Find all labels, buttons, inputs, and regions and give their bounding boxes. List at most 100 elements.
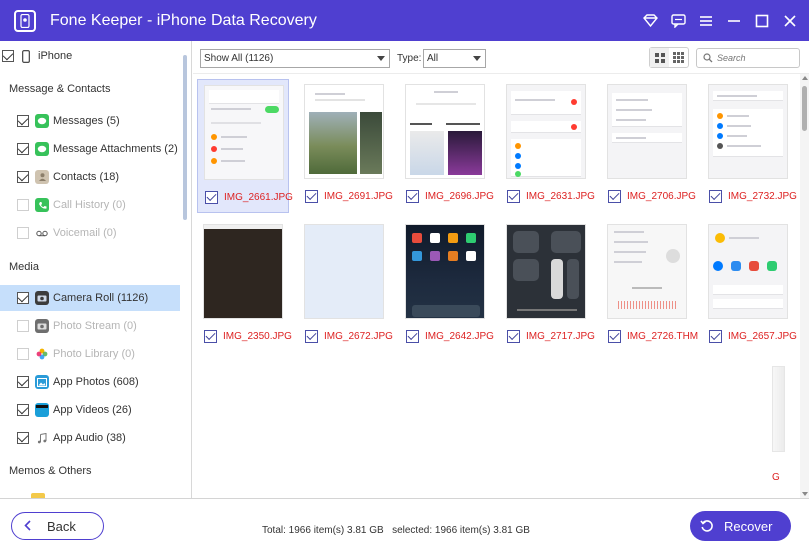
view-toggle xyxy=(649,47,689,68)
scroll-down-icon[interactable] xyxy=(802,492,808,496)
small-grid-view-button[interactable] xyxy=(669,48,688,67)
file-thumbnail xyxy=(607,224,687,319)
file-checkbox[interactable] xyxy=(709,330,722,343)
file-tile[interactable]: IMG_2706.JPG xyxy=(601,79,696,213)
photo-library-checkbox[interactable] xyxy=(17,348,29,360)
close-icon[interactable] xyxy=(781,12,799,30)
voicemail-icon xyxy=(35,226,49,240)
sidebar-item-contacts[interactable]: Contacts (18) xyxy=(0,164,180,190)
file-name: IMG_2672.JPG xyxy=(324,331,393,342)
file-tile[interactable]: IMG_2691.JPG xyxy=(298,79,393,213)
content-scrollbar[interactable] xyxy=(800,74,809,498)
sidebar-item-count: (2) xyxy=(164,143,178,155)
file-thumbnail xyxy=(204,85,284,180)
sidebar-item-label: App Photos xyxy=(53,376,110,388)
content-scroll-thumb[interactable] xyxy=(802,86,807,131)
file-name: IMG_2642.JPG xyxy=(425,331,494,342)
device-checkbox[interactable] xyxy=(2,50,14,62)
recover-button-label: Recover xyxy=(724,518,773,534)
photo-stream-checkbox[interactable] xyxy=(17,320,29,332)
toolbar: Show All (1126) Type: All xyxy=(193,41,809,74)
iphone-icon xyxy=(22,49,30,63)
sidebar-item-camera-roll[interactable]: Camera Roll (1126) xyxy=(0,285,180,311)
sidebar-item-message-attachments[interactable]: Message Attachments (2) xyxy=(0,136,180,162)
sidebar-item-label: Call History xyxy=(53,199,110,211)
file-tile[interactable]: IMG_2661.JPG xyxy=(197,79,293,213)
file-checkbox[interactable] xyxy=(608,190,621,203)
sidebar-item-count: (0) xyxy=(123,320,137,332)
sidebar-item-count: (1126) xyxy=(117,292,149,304)
file-checkbox[interactable] xyxy=(406,330,419,343)
camera-roll-checkbox[interactable] xyxy=(17,292,29,304)
scroll-up-icon[interactable] xyxy=(802,76,808,80)
partial-file-name: G xyxy=(772,472,780,483)
file-checkbox[interactable] xyxy=(507,330,520,343)
file-thumbnail xyxy=(405,84,485,179)
sidebar-item-label: Message Attachments xyxy=(53,143,162,155)
file-tile[interactable]: IMG_2726.THM xyxy=(601,219,698,353)
file-tile[interactable]: IMG_2631.JPG xyxy=(500,79,595,213)
file-checkbox[interactable] xyxy=(406,190,419,203)
contacts-checkbox[interactable] xyxy=(17,171,29,183)
sidebar-item-label: Voicemail xyxy=(53,227,101,239)
file-thumbnail xyxy=(203,224,283,319)
sidebar-item-app-videos[interactable]: App Videos (26) xyxy=(0,397,180,423)
file-name: IMG_2726.THM xyxy=(627,331,699,342)
minimize-icon[interactable] xyxy=(725,12,743,30)
type-dropdown[interactable]: All xyxy=(423,49,486,68)
sidebar-item-app-photos[interactable]: App Photos (608) xyxy=(0,369,180,395)
file-tile[interactable]: IMG_2696.JPG xyxy=(399,79,494,213)
call-history-checkbox[interactable] xyxy=(17,199,29,211)
file-tile[interactable]: IMG_2672.JPG xyxy=(298,219,393,353)
search-box[interactable] xyxy=(696,48,800,68)
menu-icon[interactable] xyxy=(697,12,715,30)
file-tile[interactable]: IMG_2657.JPG xyxy=(702,219,797,353)
file-tile[interactable]: IMG_2717.JPG xyxy=(500,219,595,353)
sidebar-scrollbar[interactable] xyxy=(183,55,187,220)
file-thumbnail xyxy=(708,224,788,319)
file-thumbnail xyxy=(304,224,384,319)
large-grid-icon xyxy=(654,52,665,63)
sidebar-item-app-audio[interactable]: App Audio (38) xyxy=(0,425,180,451)
sidebar-item-photo-stream[interactable]: Photo Stream (0) xyxy=(0,313,180,339)
filter-dropdown[interactable]: Show All (1126) xyxy=(200,49,390,68)
diamond-icon[interactable] xyxy=(641,12,659,30)
sidebar-item-messages[interactable]: Messages (5) xyxy=(0,108,180,134)
device-row[interactable]: iPhone xyxy=(2,43,182,69)
file-tile[interactable]: IMG_2350.JPG xyxy=(197,219,292,353)
chevron-down-icon xyxy=(473,56,481,61)
file-checkbox[interactable] xyxy=(305,190,318,203)
chat-icon[interactable] xyxy=(669,12,687,30)
file-checkbox[interactable] xyxy=(305,330,318,343)
device-label: iPhone xyxy=(38,50,73,62)
sidebar-item-label: Camera Roll xyxy=(53,292,115,304)
file-tile[interactable]: IMG_2732.JPG xyxy=(702,79,797,213)
app-photos-checkbox[interactable] xyxy=(17,376,29,388)
file-name: IMG_2717.JPG xyxy=(526,331,595,342)
file-checkbox[interactable] xyxy=(205,191,218,204)
recover-button[interactable]: Recover xyxy=(690,511,791,541)
sidebar-item-call-history[interactable]: Call History (0) xyxy=(0,192,180,218)
sidebar-item-voicemail[interactable]: Voicemail (0) xyxy=(0,220,180,246)
file-checkbox[interactable] xyxy=(204,330,217,343)
app-videos-checkbox[interactable] xyxy=(17,404,29,416)
file-tile[interactable]: IMG_2642.JPG xyxy=(399,219,494,353)
file-checkbox[interactable] xyxy=(507,190,520,203)
sidebar-item-photo-library[interactable]: Photo Library (0) xyxy=(0,341,180,367)
voicemail-checkbox[interactable] xyxy=(17,227,29,239)
app-photos-icon xyxy=(35,375,49,389)
maximize-icon[interactable] xyxy=(753,12,771,30)
app-title: Fone Keeper - iPhone Data Recovery xyxy=(50,11,317,29)
grid-view-button[interactable] xyxy=(650,48,669,67)
messages-checkbox[interactable] xyxy=(17,115,29,127)
attachments-checkbox[interactable] xyxy=(17,143,29,155)
app-audio-checkbox[interactable] xyxy=(17,432,29,444)
file-checkbox[interactable] xyxy=(608,330,621,343)
sidebar-item-count: (18) xyxy=(99,171,120,183)
file-name: IMG_2657.JPG xyxy=(728,331,797,342)
back-button[interactable]: Back xyxy=(11,512,104,540)
file-name: IMG_2706.JPG xyxy=(627,191,696,202)
search-input[interactable] xyxy=(717,53,793,63)
file-checkbox[interactable] xyxy=(709,190,722,203)
selection-summary: Total: 1966 item(s) 3.81 GB selected: 19… xyxy=(262,525,530,536)
